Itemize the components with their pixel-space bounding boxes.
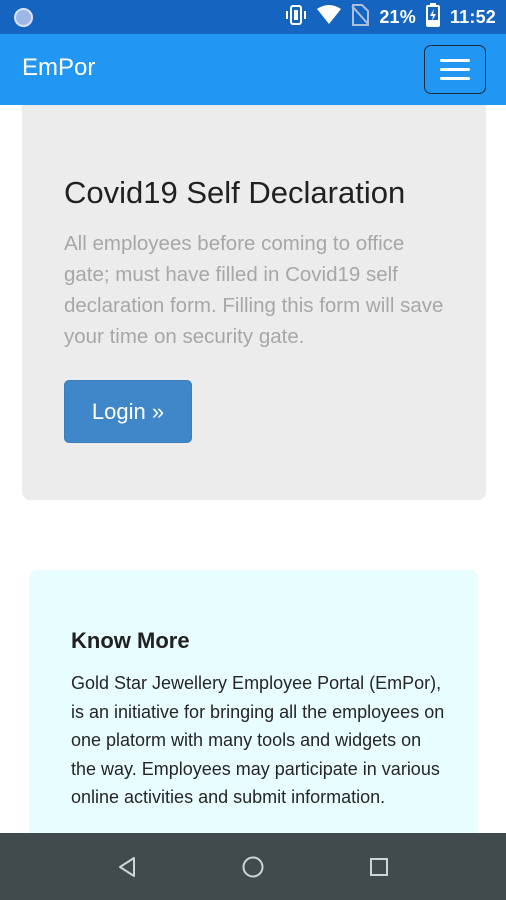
brand-logo-text[interactable]: EmPor [22, 54, 95, 82]
know-more-description: Gold Star Jewellery Employee Portal (EmP… [71, 673, 445, 807]
status-right-group: 21% 11:52 [285, 0, 496, 34]
battery-charging-icon [425, 3, 440, 31]
notification-dot-icon [14, 8, 33, 27]
app-navbar: EmPor [0, 34, 506, 105]
page-title: Covid19 Self Declaration [64, 175, 406, 210]
no-sim-icon [351, 4, 370, 30]
hamburger-line [440, 68, 470, 71]
know-more-card: Know More Gold Star Jewellery Employee P… [29, 570, 478, 833]
home-icon[interactable] [213, 833, 293, 900]
status-bar: 21% 11:52 [0, 0, 506, 34]
recents-icon[interactable] [339, 833, 419, 900]
battery-percent: 21% [379, 6, 416, 27]
wifi-icon [317, 5, 342, 29]
page-content[interactable]: Covid19 Self Declaration All employees b… [0, 105, 506, 833]
covid-declaration-jumbotron: Covid19 Self Declaration All employees b… [22, 105, 486, 500]
vibrate-icon [285, 4, 307, 30]
know-more-title: Know More [71, 628, 190, 653]
hamburger-menu-icon[interactable] [424, 45, 486, 94]
hamburger-line [440, 59, 470, 62]
hamburger-line [440, 77, 470, 80]
declaration-description: All employees before coming to office ga… [64, 232, 444, 348]
clock-time: 11:52 [449, 6, 496, 27]
system-navigation-bar [0, 833, 506, 900]
back-icon[interactable] [87, 833, 167, 900]
login-button[interactable]: Login » [64, 380, 192, 443]
